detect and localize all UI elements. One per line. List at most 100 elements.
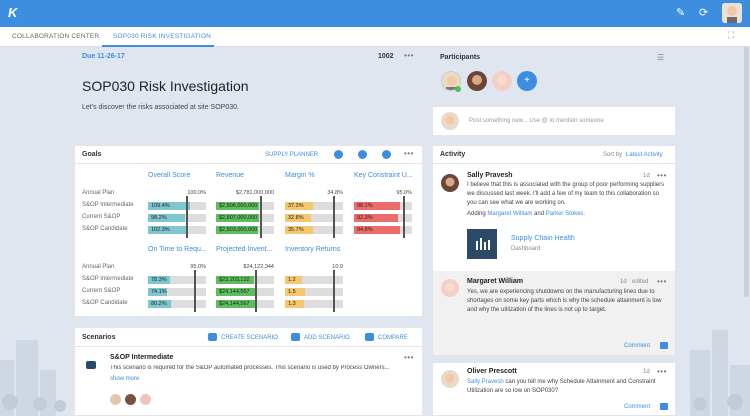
activity-time: 1d bbox=[643, 369, 650, 375]
scenario-item-title[interactable]: S&OP Intermediate bbox=[110, 354, 173, 361]
metric-header[interactable]: Inventory Returns bbox=[285, 246, 340, 253]
activity-text: Yes, we are experiencing shutdowns on th… bbox=[467, 289, 662, 313]
attachment-title[interactable]: Supply Chain Health bbox=[511, 235, 575, 242]
metric-bar-value: $2,806,000,000 bbox=[219, 203, 258, 209]
show-more-link[interactable]: show more bbox=[110, 376, 139, 382]
row-label-current-sop: Current S&OP bbox=[82, 214, 121, 220]
add-scenario-button[interactable]: ADD SCENARIO bbox=[304, 335, 350, 341]
expand-icon[interactable]: ⛶ bbox=[728, 30, 734, 41]
activity-more-icon[interactable]: ••• bbox=[657, 277, 667, 286]
post-input[interactable]: Post something new... Use @ to mention s… bbox=[469, 118, 604, 124]
participant-avatar[interactable] bbox=[467, 71, 487, 91]
target-marker bbox=[332, 196, 335, 238]
metric-bar-track: 109.4% bbox=[148, 202, 206, 210]
metric-bar-track: $2,806,000,000 bbox=[216, 202, 274, 210]
activity-more-icon[interactable]: ••• bbox=[657, 171, 667, 180]
annual-plan-value: $24,122,344 bbox=[243, 264, 274, 270]
settings-icon[interactable] bbox=[358, 150, 367, 159]
create-scenario-button[interactable]: CREATE SCENARIO bbox=[221, 335, 278, 341]
target-marker bbox=[255, 270, 258, 312]
metric-bar-value: $23,203,132 bbox=[219, 277, 250, 283]
activity-time: 1d bbox=[643, 173, 650, 179]
metric-bar-track: 74.1% bbox=[148, 288, 206, 296]
metric-bar-value: $2,803,000,000 bbox=[219, 227, 258, 233]
row-label-sop-candidate: S&OP Candidate bbox=[82, 300, 128, 306]
target-marker bbox=[403, 196, 406, 238]
metric-bar-track: 102.3% bbox=[148, 226, 206, 234]
metric-bar-track: 98.2% bbox=[148, 214, 206, 222]
sort-dropdown[interactable]: Latest Activity bbox=[626, 152, 663, 158]
activity-text: Sally Pravesh can you tell me why Schedu… bbox=[467, 378, 667, 396]
list-icon[interactable]: ☰ bbox=[657, 53, 664, 62]
adding-label: Adding bbox=[467, 211, 486, 217]
page-description: Let's discover the risks associated at s… bbox=[82, 104, 239, 111]
edited-label: edited bbox=[632, 279, 649, 285]
pencil-icon[interactable]: ✎ bbox=[676, 7, 685, 19]
comment-button[interactable]: Comment bbox=[624, 343, 650, 349]
activity-author[interactable]: Margaret William bbox=[467, 278, 523, 285]
search-icon[interactable] bbox=[382, 150, 391, 159]
more-options-icon[interactable]: ••• bbox=[404, 51, 414, 60]
active-tab-indicator bbox=[102, 45, 214, 47]
due-date: Due 11-26-17 bbox=[82, 53, 125, 60]
participant-avatar bbox=[140, 394, 151, 405]
row-label-current-sop: Current S&OP bbox=[82, 288, 121, 294]
create-scenario-icon[interactable] bbox=[208, 333, 217, 341]
metric-bar-value: $2,807,000,000 bbox=[219, 215, 258, 221]
scenario-more-icon[interactable]: ••• bbox=[404, 353, 414, 362]
activity-author[interactable]: Oliver Prescott bbox=[467, 368, 517, 375]
metric-bar-value: $24,144,567 bbox=[219, 289, 250, 295]
metric-header[interactable]: On Time to Requ... bbox=[148, 246, 207, 253]
metric-bar-value: 37.3% bbox=[288, 203, 304, 209]
compare-button[interactable]: COMPARE bbox=[378, 335, 408, 341]
mentioned-user-link[interactable]: Sally Pravesh bbox=[467, 379, 504, 385]
tab-collaboration-center[interactable]: COLLABORATION CENTER bbox=[12, 27, 99, 47]
metric-bar-track: $24,144,567 bbox=[216, 300, 274, 308]
metric-bar-track: $23,203,132 bbox=[216, 276, 274, 284]
metric-bar-track: $2,803,000,000 bbox=[216, 226, 274, 234]
and-label: and bbox=[534, 211, 545, 217]
online-status-indicator bbox=[455, 86, 461, 92]
participants-title: Participants bbox=[440, 54, 481, 61]
mentioned-user-link[interactable]: Margaret William bbox=[487, 211, 532, 217]
metric-header[interactable]: Revenue bbox=[216, 172, 244, 179]
metric-bar-track: 78.3% bbox=[148, 276, 206, 284]
row-label-annual-plan: Annual Plan bbox=[82, 264, 115, 270]
share-icon[interactable]: ⟳ bbox=[699, 7, 708, 19]
tab-sop030-risk-investigation[interactable]: SOP030 RISK INVESTIGATION bbox=[113, 27, 211, 47]
add-scenario-icon[interactable] bbox=[291, 333, 300, 341]
compare-icon[interactable] bbox=[365, 333, 374, 341]
metric-header[interactable]: Projected Invent... bbox=[216, 246, 272, 253]
participant-avatar[interactable] bbox=[492, 71, 512, 91]
comment-button[interactable]: Comment bbox=[624, 404, 650, 410]
metric-header[interactable]: Key Constraint U... bbox=[354, 172, 413, 179]
activity-time: 1d bbox=[620, 279, 627, 285]
target-marker bbox=[259, 196, 262, 238]
metric-header[interactable]: Margin % bbox=[285, 172, 315, 179]
page-scrollbar[interactable] bbox=[744, 47, 749, 297]
scenarios-title: Scenarios bbox=[82, 334, 116, 341]
activity-author[interactable]: Sally Pravesh bbox=[467, 172, 513, 179]
user-avatar[interactable] bbox=[722, 3, 742, 23]
activity-more-icon[interactable]: ••• bbox=[657, 367, 667, 376]
metric-bar-value: 98.2% bbox=[151, 215, 167, 221]
app-logo[interactable]: K bbox=[8, 6, 28, 20]
metric-bar-track: $24,144,567 bbox=[216, 288, 274, 296]
participant-avatar bbox=[110, 394, 121, 405]
annual-plan-value: 95.0% bbox=[190, 264, 206, 270]
comment-icon[interactable] bbox=[660, 342, 668, 349]
mentioned-user-link[interactable]: Parker Stokes. bbox=[546, 211, 585, 217]
row-label-sop-intermediate: S&OP Intermediate bbox=[82, 202, 134, 208]
sort-label: Sort by bbox=[603, 152, 623, 158]
dashboard-thumbnail[interactable] bbox=[467, 229, 497, 259]
comment-icon[interactable] bbox=[660, 403, 668, 410]
supply-planner-link[interactable]: SUPPLY PLANNER bbox=[265, 152, 318, 158]
target-marker bbox=[332, 270, 335, 312]
activity-adding-line: Adding Margaret William and Parker Stoke… bbox=[467, 210, 585, 219]
add-participant-icon[interactable]: + bbox=[517, 71, 537, 91]
goals-more-icon[interactable]: ••• bbox=[404, 149, 414, 158]
refresh-icon[interactable] bbox=[334, 150, 343, 159]
metric-header[interactable]: Overall Score bbox=[148, 172, 190, 179]
goals-title: Goals bbox=[82, 151, 102, 158]
metric-bar-value: 35.7% bbox=[288, 227, 304, 233]
